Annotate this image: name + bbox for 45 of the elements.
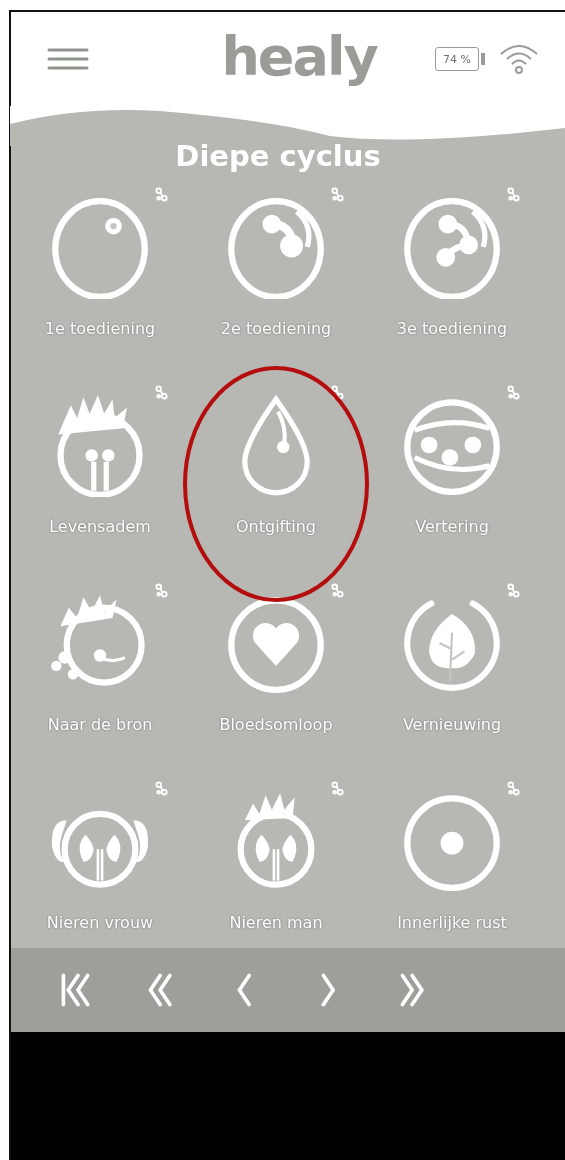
program-tile[interactable]: Vertering: [364, 383, 540, 581]
program-tile[interactable]: Nieren vrouw: [12, 779, 188, 977]
menu-icon[interactable]: [47, 47, 89, 71]
program-tile[interactable]: Innerlijke rust: [364, 779, 540, 977]
link-icon: [331, 187, 344, 202]
program-tile[interactable]: Bloedsomloop: [188, 581, 364, 779]
link-icon: [331, 385, 344, 400]
link-icon: [331, 583, 344, 598]
skip-first-icon: [61, 973, 91, 1007]
program-label: Nieren man: [229, 913, 323, 932]
program-label: Vernieuwing: [402, 715, 502, 734]
program-tile[interactable]: 3e toediening: [364, 185, 540, 383]
program-tile[interactable]: Naar de bron: [12, 581, 188, 779]
screen-title: Diepe cyclus: [175, 142, 381, 171]
program-label: Levensadem: [49, 517, 151, 536]
battery-indicator: 74 %: [435, 46, 485, 72]
program-label: 2e toediening: [220, 319, 332, 338]
link-icon: [155, 781, 168, 796]
wifi-icon: [499, 42, 539, 76]
program-label: Bloedsomloop: [219, 715, 333, 734]
link-icon: [331, 781, 344, 796]
program-label: Nieren vrouw: [46, 913, 154, 932]
app-logo: healy: [221, 24, 377, 88]
link-icon: [507, 781, 520, 796]
link-icon: [155, 385, 168, 400]
link-icon: [155, 583, 168, 598]
program-label: Innerlijke rust: [397, 913, 507, 932]
link-icon: [155, 187, 168, 202]
program-label: Vertering: [415, 517, 489, 536]
program-tile[interactable]: Vernieuwing: [364, 581, 540, 779]
program-label: 3e toediening: [396, 319, 508, 338]
link-icon: [507, 385, 520, 400]
program-label: Naar de bron: [47, 715, 153, 734]
link-icon: [507, 187, 520, 202]
program-tile[interactable]: Nieren man: [188, 779, 364, 977]
double-chevron-right-icon: [399, 973, 425, 1007]
program-tile[interactable]: 2e toediening: [188, 185, 364, 383]
link-icon: [507, 583, 520, 598]
double-chevron-left-icon: [147, 973, 173, 1007]
chevron-left-icon: [236, 973, 252, 1007]
program-tile[interactable]: 1e toediening: [12, 185, 188, 383]
chevron-right-icon: [320, 973, 336, 1007]
program-label: Ontgifting: [236, 517, 316, 536]
program-label: 1e toediening: [44, 319, 156, 338]
program-tile[interactable]: Levensadem: [12, 383, 188, 581]
